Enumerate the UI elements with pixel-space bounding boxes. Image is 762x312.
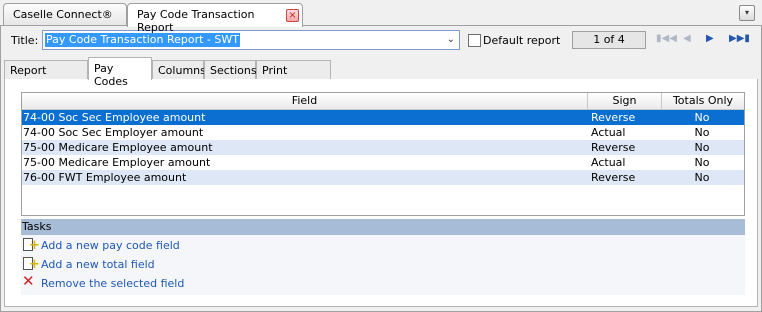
grid-header: Field Sign Totals Only [22, 93, 744, 110]
sign-cell: Reverse [591, 141, 636, 154]
last-page-icon[interactable]: ▶▶▮ [729, 33, 750, 45]
table-row[interactable]: 76-00 FWT Employee amount Reverse No [22, 170, 744, 185]
add-document-icon: + [21, 237, 40, 253]
tab-print-settings[interactable]: Print Settings [256, 60, 331, 90]
tab-sections[interactable]: Sections [204, 60, 257, 79]
column-header-sign[interactable]: Sign [588, 93, 662, 110]
title-label: Title: [11, 34, 39, 47]
column-header-field[interactable]: Field [22, 93, 588, 110]
task-label[interactable]: Add a new pay code field [41, 239, 180, 252]
tab-report-options[interactable]: Report Options [4, 60, 88, 90]
tab-label: Columns [158, 64, 206, 77]
title-combobox[interactable]: Pay Code Transaction Report - SWT ⌄ [42, 30, 460, 50]
tab-caselle-connect[interactable]: Caselle Connect® [3, 3, 127, 26]
table-row[interactable]: 75-00 Medicare Employer amount Actual No [22, 155, 744, 170]
table-row[interactable]: 75-00 Medicare Employee amount Reverse N… [22, 140, 744, 155]
sign-cell: Actual [591, 126, 626, 139]
table-row[interactable]: 74-00 Soc Sec Employer amount Actual No [22, 125, 744, 140]
field-cell: 75-00 Medicare Employer amount [23, 156, 211, 169]
totals-only-cell: No [694, 171, 710, 184]
field-cell: 76-00 FWT Employee amount [23, 171, 187, 184]
tab-pay-codes[interactable]: Pay Codes [88, 57, 152, 88]
totals-only-cell: No [694, 126, 710, 139]
sign-cell: Actual [591, 156, 626, 169]
tab-label: Caselle Connect® [13, 8, 113, 21]
task-label[interactable]: Add a new total field [41, 258, 155, 271]
column-header-totals-only[interactable]: Totals Only [662, 93, 744, 110]
previous-page-icon[interactable]: ◀ [683, 33, 691, 45]
next-page-icon[interactable]: ▶ [706, 33, 714, 45]
totals-only-cell: No [694, 141, 710, 154]
totals-only-cell: No [694, 111, 710, 124]
red-x-icon: ✕ [22, 272, 35, 290]
tasks-header: Tasks [21, 219, 745, 235]
first-page-icon[interactable]: ▮◀◀ [656, 33, 677, 45]
totals-only-cell: No [694, 156, 710, 169]
tab-columns[interactable]: Columns [152, 60, 206, 79]
field-cell: 75-00 Medicare Employee amount [23, 141, 213, 154]
pay-code-fields-grid[interactable]: Field Sign Totals Only 74-00 Soc Sec Emp… [21, 92, 745, 216]
table-row[interactable]: 74-00 Soc Sec Employee amount Reverse No [22, 110, 744, 125]
default-report-label[interactable]: Default report [483, 34, 560, 47]
task-label[interactable]: Remove the selected field [41, 277, 184, 290]
tab-list-dropdown-button[interactable]: ▾ [739, 5, 755, 21]
sign-cell: Reverse [591, 171, 636, 184]
page-indicator: 1 of 4 [572, 31, 646, 49]
field-cell: 74-00 Soc Sec Employer amount [23, 126, 204, 139]
tab-pay-code-transaction-report[interactable]: Pay Code Transaction Report × [127, 3, 303, 34]
tab-label: Pay Codes [94, 62, 128, 88]
document-tab-strip: Caselle Connect® Pay Code Transaction Re… [0, 0, 762, 34]
tab-label: Sections [210, 64, 257, 77]
sign-cell: Reverse [591, 111, 636, 124]
chevron-down-icon[interactable]: ⌄ [447, 34, 455, 45]
title-value[interactable]: Pay Code Transaction Report - SWT [45, 33, 240, 47]
add-document-icon: + [21, 256, 40, 272]
field-cell: 74-00 Soc Sec Employee amount [23, 111, 206, 124]
default-report-checkbox[interactable] [468, 34, 481, 47]
tab-strip-divider [0, 25, 762, 26]
close-tab-icon[interactable]: × [286, 9, 299, 22]
